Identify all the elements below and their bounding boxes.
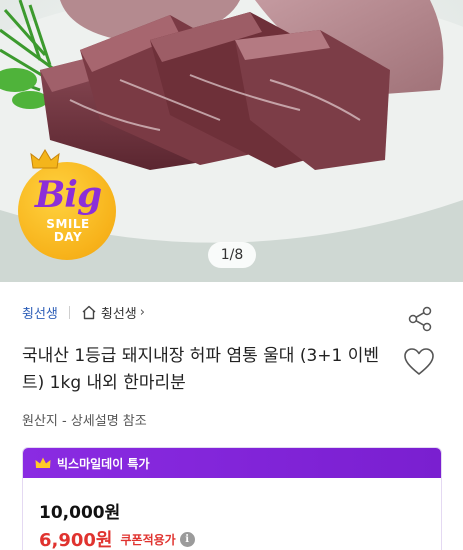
store-home-link[interactable]: 췽선생 › — [81, 303, 145, 322]
deal-header: 빅스마일데이 특가 — [23, 448, 441, 478]
product-image-carousel[interactable]: Big SMILE DAY 1/8 — [0, 0, 463, 282]
chevron-right-icon: › — [139, 304, 145, 320]
badge-day-line: DAY — [53, 230, 83, 244]
badge-smile-day-text: SMILE DAY — [16, 218, 120, 244]
brand-link[interactable]: 췽선생 — [22, 303, 58, 322]
origin-info: 원산지 - 상세설명 참조 — [22, 414, 147, 429]
deal-card: 빅스마일데이 특가 10,000원 6,900원 쿠폰적용가 i — [22, 447, 442, 550]
big-smile-day-badge: Big SMILE DAY — [16, 148, 120, 268]
share-icon — [408, 306, 432, 332]
wishlist-button[interactable] — [403, 347, 435, 377]
product-title: 국내산 1등급 돼지내장 허파 염통 울대 (3+1 이벤트) 1kg 내외 한… — [22, 346, 380, 393]
badge-big-text: Big — [34, 174, 102, 216]
crown-icon — [35, 457, 51, 468]
sale-price: 6,900원 — [39, 530, 113, 550]
original-price: 10,000원 — [39, 503, 121, 523]
heart-icon — [404, 348, 434, 375]
coupon-price-note: 쿠폰적용가 — [120, 532, 176, 547]
crown-icon — [30, 149, 60, 169]
sale-price-row: 6,900원 쿠폰적용가 i — [39, 526, 195, 550]
home-icon — [82, 305, 96, 319]
image-counter: 1/8 — [208, 242, 256, 268]
share-button[interactable] — [406, 305, 434, 333]
store-name: 췽선생 — [100, 306, 137, 322]
breadcrumb: 췽선생 췽선생 › — [22, 302, 145, 322]
deal-label: 빅스마일데이 특가 — [57, 456, 150, 471]
info-icon[interactable]: i — [179, 531, 195, 547]
breadcrumb-divider — [68, 305, 70, 319]
